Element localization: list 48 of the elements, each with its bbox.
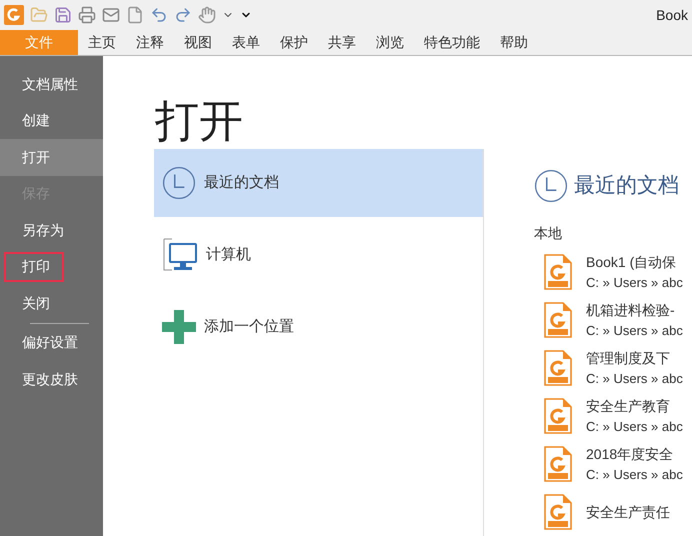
redo-icon[interactable] bbox=[174, 6, 192, 24]
ribbon-tab[interactable]: 帮助 bbox=[490, 30, 538, 55]
section-label: 本地 bbox=[534, 224, 563, 243]
sidebar-item[interactable]: 更改皮肤 bbox=[4, 364, 92, 394]
recent-file[interactable]: 2018年度安全 C: » Users » abc bbox=[534, 440, 683, 488]
plus-icon bbox=[162, 310, 196, 344]
clock-icon bbox=[162, 166, 196, 200]
app-logo-icon bbox=[4, 5, 24, 25]
ribbon-tab[interactable]: 共享 bbox=[318, 30, 366, 55]
place-item[interactable]: 计算机 bbox=[154, 221, 483, 289]
sidebar-item[interactable]: 关闭 bbox=[4, 288, 64, 318]
page-title: 打开 bbox=[155, 100, 244, 149]
pdf-file-icon bbox=[544, 254, 572, 290]
ribbon-tab[interactable]: 视图 bbox=[174, 30, 222, 55]
place-item[interactable]: 添加一个位置 bbox=[154, 293, 483, 361]
computer-icon bbox=[162, 237, 198, 273]
hand-icon[interactable] bbox=[198, 6, 216, 24]
recent-file[interactable]: 安全生产责任 bbox=[534, 488, 683, 536]
document-icon[interactable] bbox=[126, 6, 144, 24]
place-item[interactable]: 最近的文档 bbox=[154, 149, 483, 217]
recent-file[interactable]: 管理制度及下 C: » Users » abc bbox=[534, 344, 683, 392]
pdf-file-icon bbox=[544, 302, 572, 338]
sidebar-item[interactable]: 另存为 bbox=[4, 215, 78, 246]
recent-file[interactable]: Book1 (自动保 C: » Users » abc bbox=[534, 248, 683, 296]
recent-heading: 最近的文档 bbox=[574, 173, 679, 200]
pdf-file-icon bbox=[544, 398, 572, 434]
recent-file[interactable]: 机箱进料检验- C: » Users » abc bbox=[534, 296, 683, 344]
pdf-file-icon bbox=[544, 446, 572, 482]
clock-icon bbox=[534, 169, 568, 203]
sidebar-item[interactable]: 文档属性 bbox=[4, 69, 92, 100]
print-icon[interactable] bbox=[78, 6, 96, 24]
sidebar-item[interactable]: 偏好设置 bbox=[4, 328, 92, 358]
ribbon-tab[interactable]: 注释 bbox=[126, 30, 174, 55]
pdf-file-icon bbox=[544, 350, 572, 386]
sidebar-item[interactable]: 创建 bbox=[4, 106, 64, 136]
sidebar-item[interactable]: 打印 bbox=[4, 252, 64, 282]
pdf-file-icon bbox=[544, 494, 572, 530]
ribbon-tab[interactable]: 特色功能 bbox=[414, 30, 490, 55]
window-title: Book bbox=[656, 6, 688, 24]
ribbon-tab[interactable]: 浏览 bbox=[366, 30, 414, 55]
ribbon-tab[interactable]: 表单 bbox=[222, 30, 270, 55]
ribbon-tab[interactable]: 主页 bbox=[78, 30, 126, 55]
ribbon-tab[interactable]: 保护 bbox=[270, 30, 318, 55]
folder-icon[interactable] bbox=[30, 6, 48, 24]
recent-file[interactable]: 安全生产教育 C: » Users » abc bbox=[534, 392, 683, 440]
mail-icon[interactable] bbox=[102, 6, 120, 24]
save-icon[interactable] bbox=[54, 6, 72, 24]
undo-icon[interactable] bbox=[150, 6, 168, 24]
